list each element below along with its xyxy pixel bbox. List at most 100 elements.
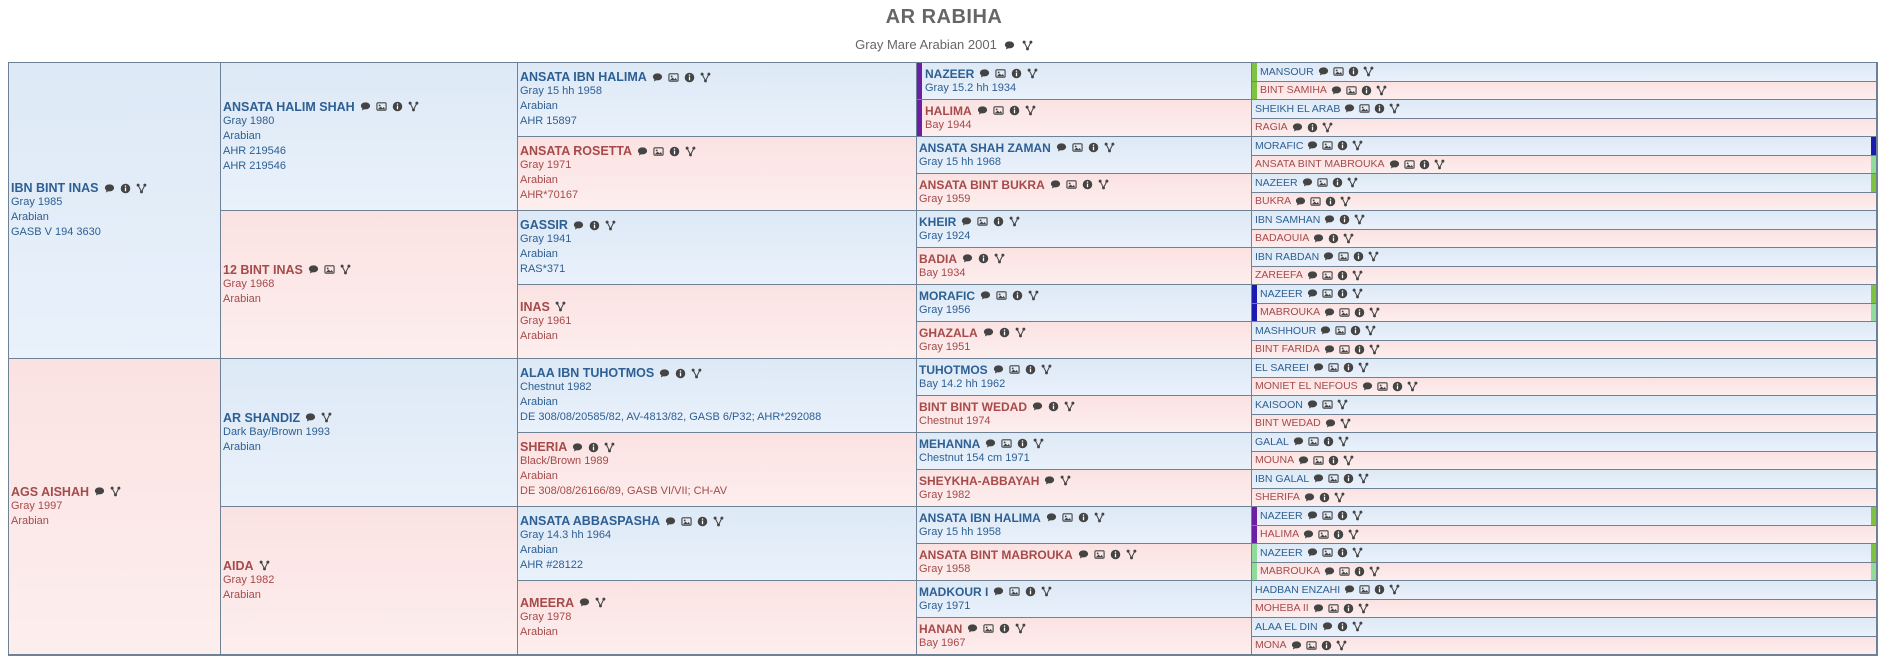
pedigree-tree-icon[interactable] <box>605 220 616 231</box>
horse-name-link[interactable]: ANSATA ABBASPASHA <box>520 514 660 528</box>
pedigree-tree-icon[interactable] <box>1322 122 1333 133</box>
comment-icon[interactable] <box>1056 142 1067 153</box>
info-icon[interactable] <box>697 516 708 527</box>
comment-icon[interactable] <box>579 597 590 608</box>
photo-icon[interactable] <box>1377 381 1388 392</box>
info-icon[interactable] <box>1011 68 1022 79</box>
horse-name-link[interactable]: SHERIA <box>520 440 567 454</box>
horse-name-link[interactable]: INAS <box>520 300 550 314</box>
comment-icon[interactable] <box>1325 418 1336 429</box>
pedigree-tree-icon[interactable] <box>1027 68 1038 79</box>
info-icon[interactable] <box>1343 362 1354 373</box>
info-icon[interactable] <box>1374 584 1385 595</box>
photo-icon[interactable] <box>1333 66 1344 77</box>
pedigree-tree-icon[interactable] <box>604 442 615 453</box>
info-icon[interactable] <box>1332 177 1343 188</box>
comment-icon[interactable] <box>1324 214 1335 225</box>
pedigree-tree-icon[interactable] <box>1094 512 1105 523</box>
photo-icon[interactable] <box>1322 270 1333 281</box>
horse-name-link[interactable]: MOHEBA II <box>1255 602 1309 614</box>
horse-name-link[interactable]: IBN SAMHAN <box>1255 214 1320 226</box>
comment-icon[interactable] <box>652 72 663 83</box>
comment-icon[interactable] <box>1324 307 1335 318</box>
comment-icon[interactable] <box>1323 251 1334 262</box>
comment-icon[interactable] <box>1318 66 1329 77</box>
info-icon[interactable] <box>1354 566 1365 577</box>
comment-icon[interactable] <box>1307 399 1318 410</box>
photo-icon[interactable] <box>1328 362 1339 373</box>
comment-icon[interactable] <box>1307 510 1318 521</box>
comment-icon[interactable] <box>1322 621 1333 632</box>
info-icon[interactable] <box>999 327 1010 338</box>
comment-icon[interactable] <box>1307 547 1318 558</box>
horse-name-link[interactable]: HADBAN ENZAHI <box>1255 584 1340 596</box>
comment-icon[interactable] <box>573 220 584 231</box>
pedigree-tree-icon[interactable] <box>1407 381 1418 392</box>
info-icon[interactable] <box>1337 621 1348 632</box>
pedigree-tree-icon[interactable] <box>1348 529 1359 540</box>
comment-icon[interactable] <box>1292 122 1303 133</box>
pedigree-tree-icon[interactable] <box>1098 179 1109 190</box>
horse-name-link[interactable]: TUHOTMOS <box>919 363 988 377</box>
info-icon[interactable] <box>684 72 695 83</box>
horse-name-link[interactable]: ZAREEFA <box>1255 269 1303 281</box>
comment-icon[interactable] <box>961 216 972 227</box>
photo-icon[interactable] <box>1062 512 1073 523</box>
info-icon[interactable] <box>1323 436 1334 447</box>
pedigree-tree-icon[interactable] <box>1340 418 1351 429</box>
info-icon[interactable] <box>1337 140 1348 151</box>
horse-name-link[interactable]: MANSOUR <box>1260 66 1314 78</box>
info-icon[interactable] <box>120 183 131 194</box>
comment-icon[interactable] <box>659 368 670 379</box>
pedigree-tree-icon[interactable] <box>1389 584 1400 595</box>
horse-name-link[interactable]: MOUNA <box>1255 454 1294 466</box>
comment-icon[interactable] <box>1304 492 1315 503</box>
comment-icon[interactable] <box>1050 179 1061 190</box>
horse-name-link[interactable]: MASHHOUR <box>1255 325 1316 337</box>
photo-icon[interactable] <box>1338 344 1350 355</box>
photo-icon[interactable] <box>1335 325 1346 336</box>
horse-name-link[interactable]: BADIA <box>919 252 957 266</box>
photo-icon[interactable] <box>324 264 335 275</box>
comment-icon[interactable] <box>1307 270 1318 281</box>
comment-icon[interactable] <box>993 586 1004 597</box>
horse-name-link[interactable]: MONA <box>1255 639 1287 651</box>
photo-icon[interactable] <box>1072 142 1083 153</box>
info-icon[interactable] <box>1343 473 1354 484</box>
info-icon[interactable] <box>1110 549 1121 560</box>
photo-icon[interactable] <box>681 516 692 527</box>
horse-name-link[interactable]: IBN BINT INAS <box>11 181 99 195</box>
info-icon[interactable] <box>993 216 1004 227</box>
pedigree-tree-icon[interactable] <box>1060 475 1071 486</box>
comment-icon[interactable] <box>1032 401 1043 412</box>
comment-icon[interactable] <box>1313 473 1324 484</box>
pedigree-tree-icon[interactable] <box>1126 549 1137 560</box>
photo-icon[interactable] <box>977 216 988 227</box>
info-icon[interactable] <box>1025 364 1036 375</box>
horse-name-link[interactable]: BINT SAMIHA <box>1260 84 1327 96</box>
pedigree-tree-icon[interactable] <box>685 146 696 157</box>
photo-icon[interactable] <box>1322 140 1334 151</box>
comment-icon[interactable] <box>1307 288 1318 299</box>
info-icon[interactable] <box>1337 270 1348 281</box>
info-icon[interactable] <box>1319 492 1330 503</box>
horse-name-link[interactable]: HALIMA <box>925 104 972 118</box>
photo-icon[interactable] <box>993 105 1004 116</box>
comment-icon[interactable] <box>665 516 676 527</box>
info-icon[interactable] <box>1353 251 1364 262</box>
pedigree-tree-icon[interactable] <box>110 486 121 497</box>
pedigree-tree-icon[interactable] <box>1015 623 1026 634</box>
photo-icon[interactable] <box>1066 179 1077 190</box>
horse-name-link[interactable]: AR SHANDIZ <box>223 411 300 425</box>
comment-icon[interactable] <box>1295 196 1306 207</box>
photo-icon[interactable] <box>668 72 679 83</box>
photo-icon[interactable] <box>1359 103 1371 114</box>
info-icon[interactable] <box>669 146 680 157</box>
comment-icon[interactable] <box>1313 233 1324 244</box>
info-icon[interactable] <box>1328 233 1339 244</box>
horse-name-link[interactable]: MONIET EL NEFOUS <box>1255 380 1358 392</box>
pedigree-tree-icon[interactable] <box>1041 364 1052 375</box>
pedigree-tree-icon[interactable] <box>1369 344 1380 355</box>
horse-name-link[interactable]: ANSATA SHAH ZAMAN <box>919 141 1051 155</box>
horse-name-link[interactable]: BINT WEDAD <box>1255 417 1321 429</box>
